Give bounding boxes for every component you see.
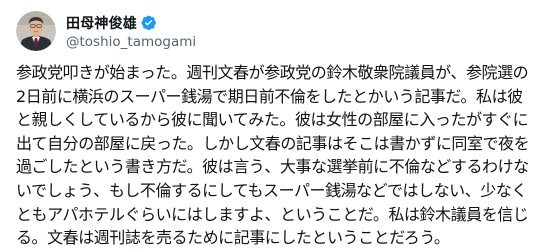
tweet-text-line: 参政党叩きが始まった。週刊文春が参政党の鈴木敬衆院議員が、参院選の xyxy=(16,63,529,82)
tweet-text-line: と親しくしているから彼に聞いてみた。彼は女性の部屋に入ったがすぐに xyxy=(16,110,529,130)
tweet-header: 田母神俊雄 @toshio_tamogami xyxy=(16,9,196,53)
tweet-card: 田母神俊雄 @toshio_tamogami 参政党叩きが始まった。週刊文春が参… xyxy=(0,0,537,248)
tweet-text-line: 出て自分の部屋に戻った。しかし文春の記事はそこは書かずに同室で夜を xyxy=(16,133,530,153)
user-names: 田母神俊雄 @toshio_tamogami xyxy=(66,13,196,50)
display-name-row: 田母神俊雄 xyxy=(66,13,196,33)
display-name[interactable]: 田母神俊雄 xyxy=(66,13,137,33)
tweet-text-line: 過ごしたという書き方だ。彼は言う、大事な選挙前に不倫などするわけな xyxy=(16,157,529,177)
tweet-text: 参政党叩きが始まった。週刊文春が参政党の鈴木敬衆院議員が、参院選の 2日前に横浜… xyxy=(16,61,531,250)
avatar[interactable] xyxy=(16,11,56,51)
tweet-text-line: 2日前に横浜のスーパー銭湯で期日前不倫をしたとかいう記事だ。私は彼 xyxy=(16,86,523,106)
tweet-text-line: る。文春は週刊誌を売るために記事にしたということだろう。 xyxy=(16,228,450,248)
profile-photo-icon xyxy=(16,11,56,51)
tweet-text-line: いでしょう、もし不倫するにしてもスーパー銭湯などではしない、少なく xyxy=(16,180,527,200)
tweet-text-line: ともアパホテルぐらいにはしますよ、ということだ。私は鈴木議員を信じ xyxy=(16,204,529,224)
verified-badge-icon[interactable] xyxy=(140,14,157,31)
user-handle[interactable]: @toshio_tamogami xyxy=(66,34,196,50)
